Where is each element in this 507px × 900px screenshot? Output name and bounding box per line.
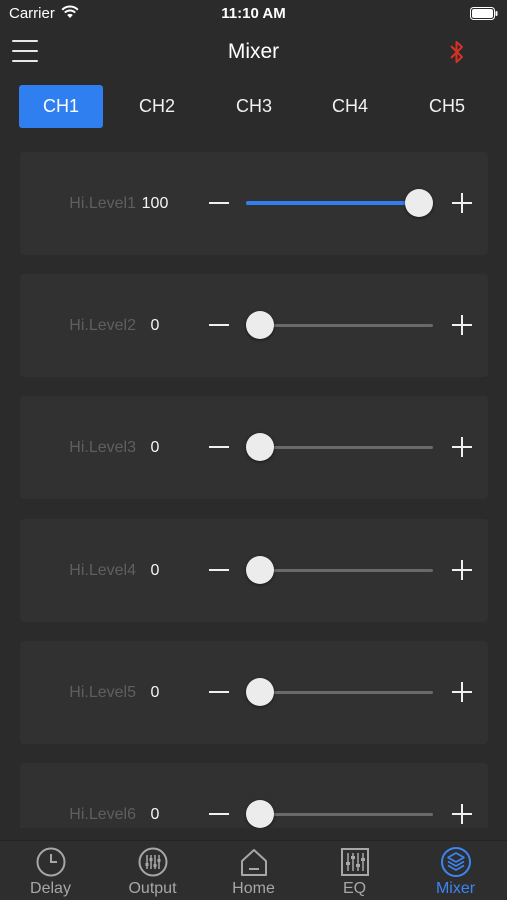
level-label: Hi.Level5 bbox=[69, 684, 136, 701]
level-value: 0 bbox=[150, 439, 160, 456]
clock-icon bbox=[36, 847, 66, 877]
level-value: 0 bbox=[150, 806, 160, 823]
level-slider[interactable] bbox=[246, 799, 433, 828]
tab-ch3[interactable]: CH3 bbox=[212, 85, 296, 128]
equalizer-icon bbox=[341, 848, 369, 876]
level-label: Hi.Level6 bbox=[69, 806, 136, 823]
level-value: 0 bbox=[150, 684, 160, 701]
level-row: Hi.Level2 0 bbox=[20, 274, 488, 377]
tabbar-label: Home bbox=[232, 880, 275, 897]
minus-button[interactable] bbox=[208, 192, 230, 214]
home-icon bbox=[241, 849, 267, 876]
slider-thumb[interactable] bbox=[246, 800, 274, 828]
plus-button[interactable] bbox=[451, 803, 473, 825]
minus-button[interactable] bbox=[208, 803, 230, 825]
tabbar-eq[interactable]: EQ bbox=[304, 841, 405, 900]
bluetooth-icon[interactable] bbox=[448, 39, 466, 65]
layers-icon bbox=[441, 847, 471, 877]
minus-button[interactable] bbox=[208, 314, 230, 336]
level-row: Hi.Level4 0 bbox=[20, 519, 488, 622]
level-slider[interactable] bbox=[246, 432, 433, 462]
slider-thumb[interactable] bbox=[246, 678, 274, 706]
level-slider[interactable] bbox=[246, 677, 433, 707]
plus-button[interactable] bbox=[451, 681, 473, 703]
slider-track bbox=[246, 446, 433, 449]
tabbar-label: Mixer bbox=[435, 880, 476, 897]
level-label: Hi.Level1 bbox=[69, 195, 136, 212]
battery-icon bbox=[470, 7, 498, 20]
level-label: Hi.Level3 bbox=[69, 439, 136, 456]
level-value: 100 bbox=[141, 195, 169, 212]
slider-track bbox=[246, 324, 433, 327]
page-title: Mixer bbox=[227, 40, 280, 63]
clock-time: 11:10 AM bbox=[221, 5, 286, 22]
tabbar-output[interactable]: Output bbox=[102, 841, 203, 900]
tabbar-label: Delay bbox=[30, 880, 71, 897]
slider-thumb[interactable] bbox=[246, 311, 274, 339]
status-bar: Carrier 11:10 AM bbox=[0, 0, 507, 28]
slider-thumb[interactable] bbox=[405, 189, 433, 217]
level-value: 0 bbox=[150, 562, 160, 579]
tabbar-delay[interactable]: Delay bbox=[0, 841, 101, 900]
level-row: Hi.Level3 0 bbox=[20, 396, 488, 499]
slider-track bbox=[246, 813, 433, 816]
level-row: Hi.Level1 100 bbox=[20, 152, 488, 255]
slider-thumb[interactable] bbox=[246, 556, 274, 584]
slider-track bbox=[246, 691, 433, 694]
tabbar-label: EQ bbox=[342, 880, 367, 897]
plus-button[interactable] bbox=[451, 314, 473, 336]
minus-button[interactable] bbox=[208, 559, 230, 581]
nav-bar: Mixer bbox=[0, 28, 507, 78]
level-list[interactable]: Hi.Level1 100 Hi.Level2 0 Hi.Level3 0 Hi… bbox=[0, 152, 507, 828]
tab-ch4[interactable]: CH4 bbox=[308, 85, 392, 128]
tab-ch5[interactable]: CH5 bbox=[405, 85, 489, 128]
tabbar-mixer[interactable]: Mixer bbox=[405, 841, 506, 900]
mixer-screen: Carrier 11:10 AM Mixer CH1 CH2 CH3 CH4 C… bbox=[0, 0, 507, 900]
level-slider[interactable] bbox=[246, 188, 433, 218]
slider-thumb[interactable] bbox=[246, 433, 274, 461]
plus-button[interactable] bbox=[451, 192, 473, 214]
plus-button[interactable] bbox=[451, 559, 473, 581]
level-row: Hi.Level6 0 bbox=[20, 763, 488, 828]
minus-button[interactable] bbox=[208, 436, 230, 458]
tabbar-label: Output bbox=[128, 880, 177, 897]
slider-track bbox=[246, 569, 433, 572]
sliders-circle-icon bbox=[138, 847, 168, 877]
plus-button[interactable] bbox=[451, 436, 473, 458]
level-value: 0 bbox=[150, 317, 160, 334]
minus-button[interactable] bbox=[208, 681, 230, 703]
level-slider[interactable] bbox=[246, 555, 433, 585]
channel-tabs: CH1 CH2 CH3 CH4 CH5 bbox=[0, 85, 507, 129]
tab-ch1[interactable]: CH1 bbox=[19, 85, 103, 128]
level-label: Hi.Level4 bbox=[69, 562, 136, 579]
slider-fill bbox=[246, 201, 419, 205]
level-label: Hi.Level2 bbox=[69, 317, 136, 334]
bottom-tab-bar: Delay Output Home EQ Mixer bbox=[0, 840, 507, 900]
tab-ch2[interactable]: CH2 bbox=[115, 85, 199, 128]
level-row: Hi.Level5 0 bbox=[20, 641, 488, 744]
level-slider[interactable] bbox=[246, 310, 433, 340]
tabbar-home[interactable]: Home bbox=[203, 841, 304, 900]
